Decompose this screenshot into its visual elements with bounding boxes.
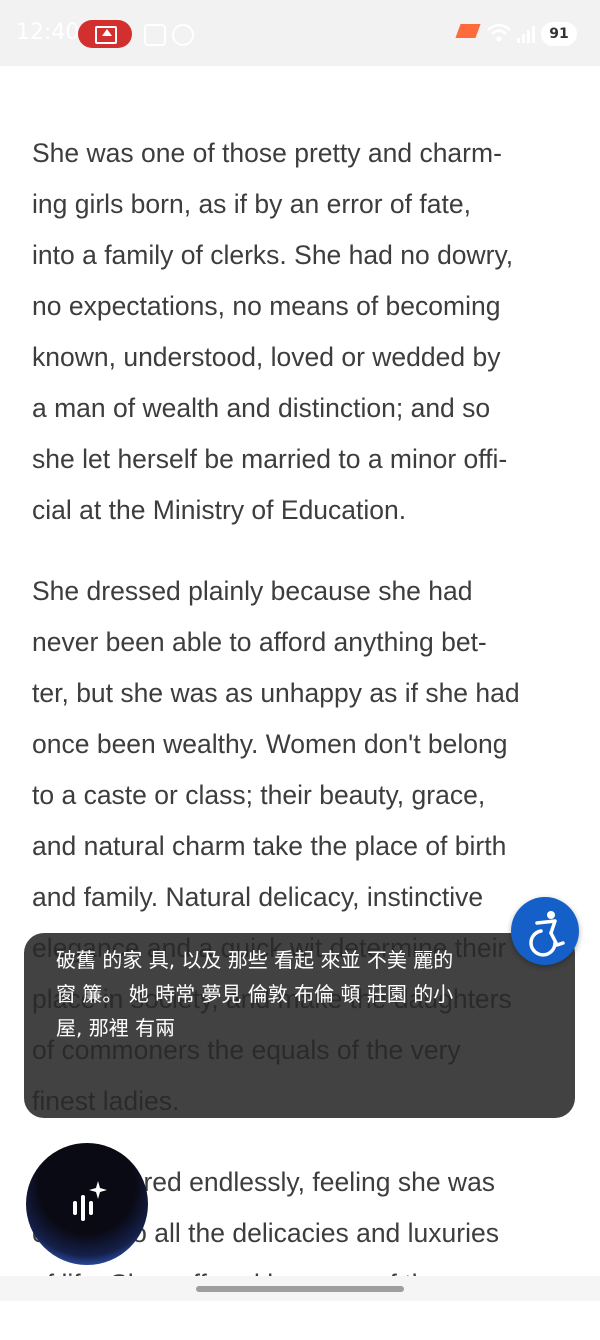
translation-overlay[interactable]: 破舊 的家 具, 以及 那些 看起 來並 不美 麗的 窗 簾。 她 時常 夢見 … <box>24 933 575 1118</box>
gallery-icon <box>144 24 166 46</box>
translation-text: 破舊 的家 具, 以及 那些 看起 來並 不美 麗的 窗 簾。 她 時常 夢見 … <box>56 948 454 1040</box>
accessibility-button[interactable] <box>511 897 579 965</box>
navigation-bar <box>0 1276 600 1301</box>
voice-sparkle-icon <box>73 1181 107 1221</box>
accessibility-icon <box>529 911 565 957</box>
orange-app-icon <box>455 24 481 38</box>
paragraph-1: She was one of those pretty and charm- i… <box>32 138 514 525</box>
battery-indicator: 91 <box>541 22 577 46</box>
home-gesture-handle[interactable] <box>196 1286 404 1292</box>
status-time: 12:40 <box>16 20 80 45</box>
face-icon <box>172 24 194 46</box>
assistant-orb-button[interactable] <box>26 1143 148 1265</box>
screen-record-icon[interactable] <box>78 20 132 48</box>
signal-icon <box>517 26 535 43</box>
status-bar: 12:40 91 <box>0 0 600 66</box>
wifi-icon <box>487 23 511 42</box>
